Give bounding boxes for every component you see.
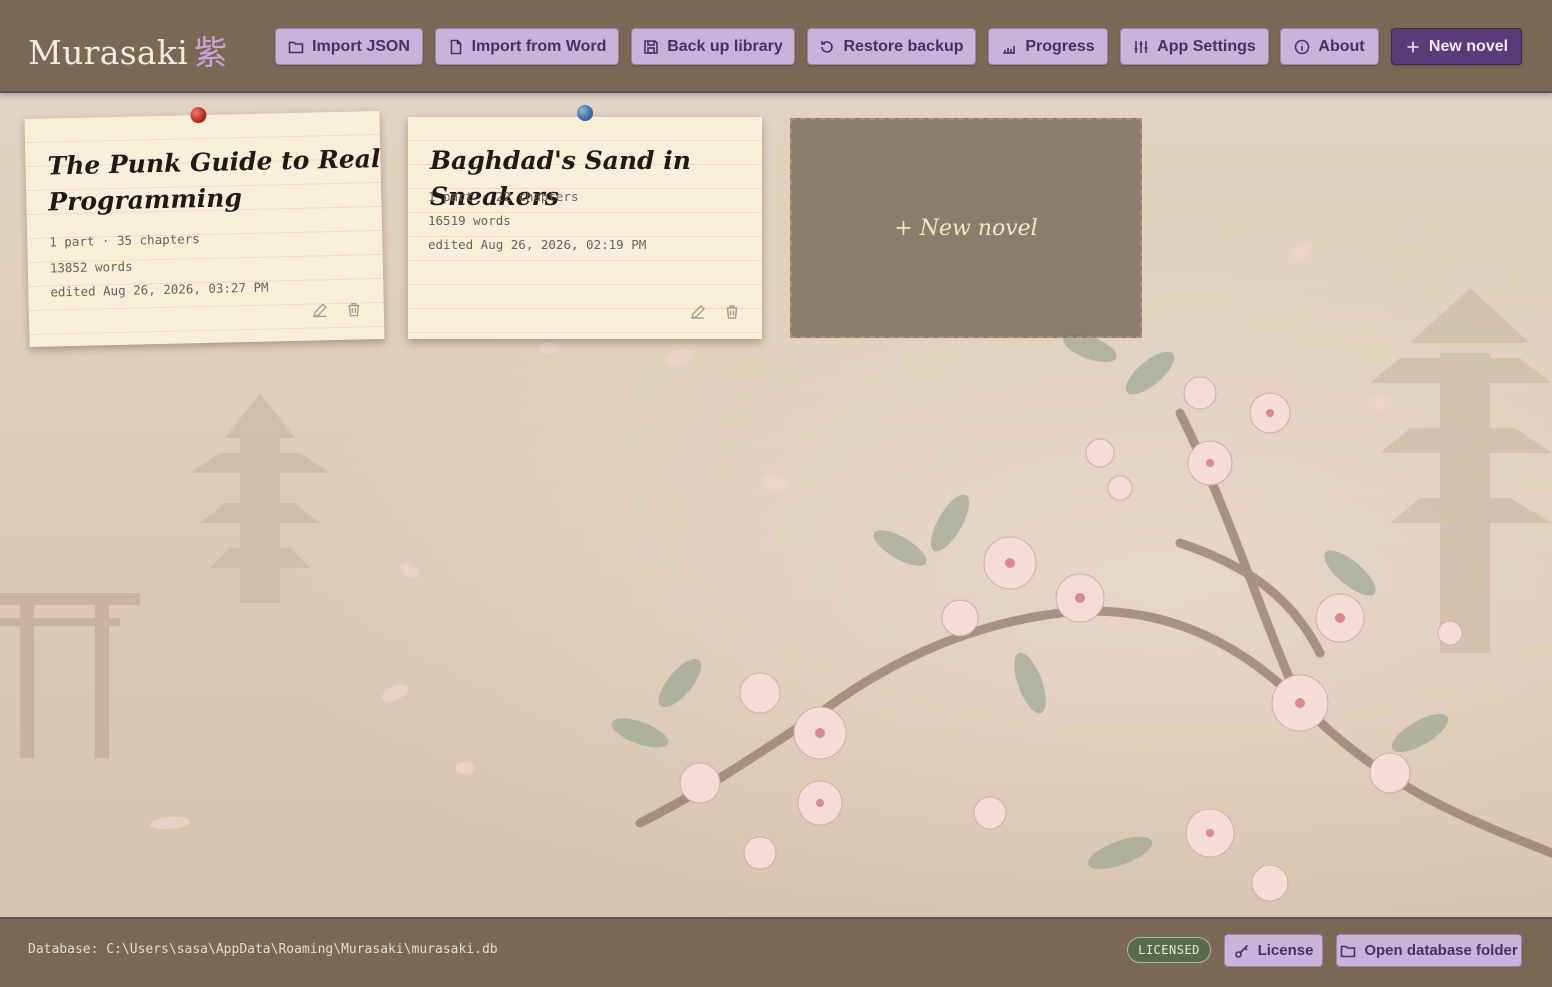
backup-library-label: Back up library (667, 37, 783, 55)
novel-card[interactable]: The Punk Guide to Real Programming 1 par… (24, 106, 385, 347)
red-pushpin-icon (190, 106, 207, 124)
novel-title[interactable]: The Punk Guide to Real Programming (47, 141, 382, 221)
new-novel-label: New novel (1428, 37, 1509, 55)
new-novel-button[interactable]: New novel (1391, 28, 1522, 65)
pencil-icon[interactable] (312, 302, 328, 318)
new-novel-card[interactable]: + New novel (790, 118, 1142, 338)
novel-edited-date: edited Aug 26, 2026, 03:27 PM (50, 279, 269, 300)
trash-icon[interactable] (724, 304, 740, 320)
pencil-icon[interactable] (690, 304, 706, 320)
restore-backup-button[interactable]: Restore backup (807, 28, 976, 65)
open-database-folder-label: Open database folder (1364, 942, 1518, 959)
import-word-button[interactable]: Import from Word (435, 28, 619, 65)
app-kanji: 紫 (194, 33, 228, 72)
bar-chart-icon (1003, 45, 1016, 54)
about-button[interactable]: About (1280, 28, 1379, 65)
import-json-label: Import JSON (312, 37, 410, 55)
plus-icon (1407, 41, 1419, 52)
novel-title-line: The Punk Guide to Real (47, 143, 381, 181)
app-header: Murasaki 紫 Import JSON Import from Word B… (0, 0, 1552, 93)
license-button-label: License (1257, 942, 1314, 959)
novel-structure: 1 part · 35 chapters (49, 231, 200, 250)
info-icon (1295, 39, 1310, 54)
license-status-badge: LICENSED (1127, 937, 1211, 963)
backup-library-button[interactable]: Back up library (631, 28, 795, 65)
key-icon (1234, 944, 1248, 958)
app-name: Murasaki (28, 33, 189, 72)
about-label: About (1318, 37, 1365, 55)
folder-icon (288, 41, 304, 53)
app-settings-label: App Settings (1157, 37, 1256, 55)
import-json-button[interactable]: Import JSON (275, 28, 423, 65)
progress-button[interactable]: Progress (988, 28, 1108, 65)
restore-icon (821, 40, 834, 53)
open-database-folder-button[interactable]: Open database folder (1336, 934, 1522, 967)
novel-word-count: 16519 words (428, 213, 511, 228)
import-word-label: Import from Word (471, 37, 607, 55)
folder-icon (1341, 945, 1356, 957)
save-icon (644, 39, 658, 54)
trash-icon[interactable] (346, 301, 362, 317)
database-path: Database: C:\Users\sasa\AppData\Roaming\… (28, 942, 498, 957)
novel-title-line: Programming (48, 183, 243, 217)
novel-card[interactable]: Baghdad's Sand in Sneakers 1 part · 22 c… (408, 105, 762, 339)
app-logo: Murasaki 紫 (28, 26, 227, 74)
blue-pushpin-icon (577, 105, 593, 121)
novel-edited-date: edited Aug 26, 2026, 02:19 PM (428, 237, 647, 252)
novel-word-count: 13852 words (49, 258, 133, 276)
new-novel-card-label: + New novel (894, 215, 1038, 241)
app-settings-button[interactable]: App Settings (1120, 28, 1269, 65)
app-footer: Database: C:\Users\sasa\AppData\Roaming\… (0, 917, 1552, 987)
novel-board: The Punk Guide to Real Programming 1 par… (0, 93, 1552, 917)
document-icon (450, 39, 461, 54)
novel-structure: 1 part · 22 chapters (428, 189, 579, 204)
license-button[interactable]: License (1224, 934, 1323, 967)
restore-backup-label: Restore backup (843, 37, 964, 55)
progress-label: Progress (1025, 37, 1095, 55)
sliders-icon (1134, 40, 1148, 53)
